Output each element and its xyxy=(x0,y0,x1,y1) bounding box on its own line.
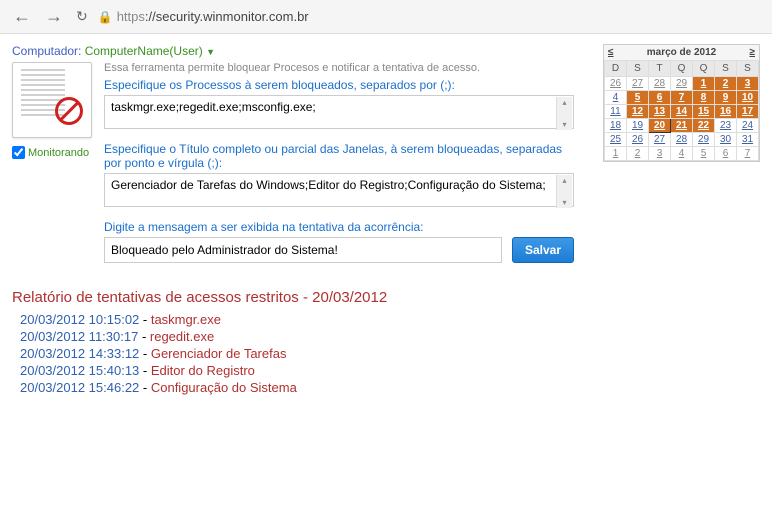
intro-text: Essa ferramenta permite bloquear Proceso… xyxy=(104,62,574,74)
forward-icon[interactable]: → xyxy=(42,6,66,27)
scrollbar[interactable]: ▴▾ xyxy=(556,97,572,130)
report-line: 20/03/2012 11:30:17 - regedit.exe xyxy=(20,329,760,344)
calendar-table: DSTQQSS 26272829123456789101112131415161… xyxy=(604,60,759,161)
cal-day[interactable]: 20 xyxy=(654,120,665,131)
cal-day[interactable]: 7 xyxy=(679,92,685,103)
cal-day[interactable]: 25 xyxy=(610,134,621,145)
cal-day[interactable]: 7 xyxy=(745,148,751,159)
message-label: Digite a mensagem a ser exibida na tenta… xyxy=(104,220,574,234)
report-line: 20/03/2012 15:40:13 - Editor do Registro xyxy=(20,363,760,378)
refresh-icon[interactable]: ↻ xyxy=(74,8,90,25)
cal-day[interactable]: 27 xyxy=(654,134,665,145)
cal-day[interactable]: 14 xyxy=(676,106,687,117)
cal-day[interactable]: 24 xyxy=(742,120,753,131)
cal-day[interactable]: 11 xyxy=(610,106,620,117)
calendar: ≤ março de 2012 ≥ DSTQQSS 26272829123456… xyxy=(603,44,760,162)
monitoring-checkbox-input[interactable] xyxy=(12,146,25,159)
cal-day[interactable]: 1 xyxy=(701,78,707,89)
windows-input[interactable] xyxy=(104,173,574,207)
browser-bar: ← → ↻ 🔒 https://security.winmonitor.com.… xyxy=(0,0,772,34)
cal-day[interactable]: 15 xyxy=(698,106,709,117)
report-line: 20/03/2012 15:46:22 - Configuração do Si… xyxy=(20,380,760,395)
back-icon[interactable]: ← xyxy=(10,6,34,27)
cal-day[interactable]: 29 xyxy=(676,78,687,89)
monitoring-checkbox[interactable]: Monitorando xyxy=(12,146,94,159)
cal-day[interactable]: 28 xyxy=(676,134,687,145)
thumbnail-icon xyxy=(12,62,92,138)
cal-next-icon[interactable]: ≥ xyxy=(750,47,756,58)
cal-day[interactable]: 27 xyxy=(632,78,643,89)
url-text: https://security.winmonitor.com.br xyxy=(117,9,309,24)
cal-prev-icon[interactable]: ≤ xyxy=(608,47,614,58)
windows-label: Especifique o Título completo ou parcial… xyxy=(104,142,574,170)
cal-day[interactable]: 5 xyxy=(701,148,707,159)
cal-day[interactable]: 29 xyxy=(698,134,709,145)
cal-day[interactable]: 9 xyxy=(723,92,729,103)
lock-icon: 🔒 xyxy=(98,10,113,24)
processes-label: Especifique os Processos à serem bloquea… xyxy=(104,78,574,92)
cal-day[interactable]: 22 xyxy=(698,120,709,131)
cal-day[interactable]: 28 xyxy=(654,78,665,89)
cal-day-header: Q xyxy=(671,61,693,77)
cal-day-header: S xyxy=(737,61,759,77)
report-line: 20/03/2012 10:15:02 - taskmgr.exe xyxy=(20,312,760,327)
cal-day[interactable]: 23 xyxy=(720,120,731,131)
chevron-down-icon: ▼ xyxy=(206,47,215,57)
cal-day-header: S xyxy=(627,61,649,77)
cal-day[interactable]: 4 xyxy=(679,148,685,159)
computer-name-dropdown[interactable]: ComputerName(User) ▼ xyxy=(85,44,215,58)
cal-day-header: Q xyxy=(693,61,715,77)
cal-day[interactable]: 12 xyxy=(632,106,643,117)
report-title: Relatório de tentativas de acessos restr… xyxy=(12,289,760,306)
cal-day[interactable]: 17 xyxy=(742,106,753,117)
message-input[interactable] xyxy=(104,237,502,263)
cal-day[interactable]: 6 xyxy=(723,148,729,159)
report-line: 20/03/2012 14:33:12 - Gerenciador de Tar… xyxy=(20,346,760,361)
scrollbar[interactable]: ▴▾ xyxy=(556,175,572,208)
cal-day[interactable]: 6 xyxy=(657,92,663,103)
cal-day[interactable]: 3 xyxy=(745,78,751,89)
cal-day[interactable]: 30 xyxy=(720,134,731,145)
blocked-icon xyxy=(55,97,83,125)
cal-day[interactable]: 26 xyxy=(632,134,643,145)
cal-day[interactable]: 5 xyxy=(635,92,641,103)
cal-day-header: T xyxy=(649,61,671,77)
cal-day[interactable]: 10 xyxy=(742,92,753,103)
cal-day[interactable]: 2 xyxy=(723,78,729,89)
cal-day[interactable]: 26 xyxy=(610,78,621,89)
save-button[interactable]: Salvar xyxy=(512,237,574,263)
cal-day[interactable]: 18 xyxy=(610,120,621,131)
cal-day[interactable]: 3 xyxy=(657,148,663,159)
cal-day[interactable]: 4 xyxy=(613,92,619,103)
cal-day[interactable]: 19 xyxy=(632,120,643,131)
cal-title: março de 2012 xyxy=(647,47,717,58)
cal-day[interactable]: 21 xyxy=(676,120,687,131)
cal-day[interactable]: 31 xyxy=(742,134,753,145)
cal-day[interactable]: 2 xyxy=(635,148,641,159)
cal-day-header: D xyxy=(605,61,627,77)
cal-day[interactable]: 1 xyxy=(613,148,619,159)
cal-day[interactable]: 8 xyxy=(701,92,707,103)
cal-day-header: S xyxy=(715,61,737,77)
cal-day[interactable]: 13 xyxy=(654,106,665,117)
url-bar[interactable]: 🔒 https://security.winmonitor.com.br xyxy=(98,9,762,24)
cal-day[interactable]: 16 xyxy=(720,106,731,117)
processes-input[interactable] xyxy=(104,95,574,129)
